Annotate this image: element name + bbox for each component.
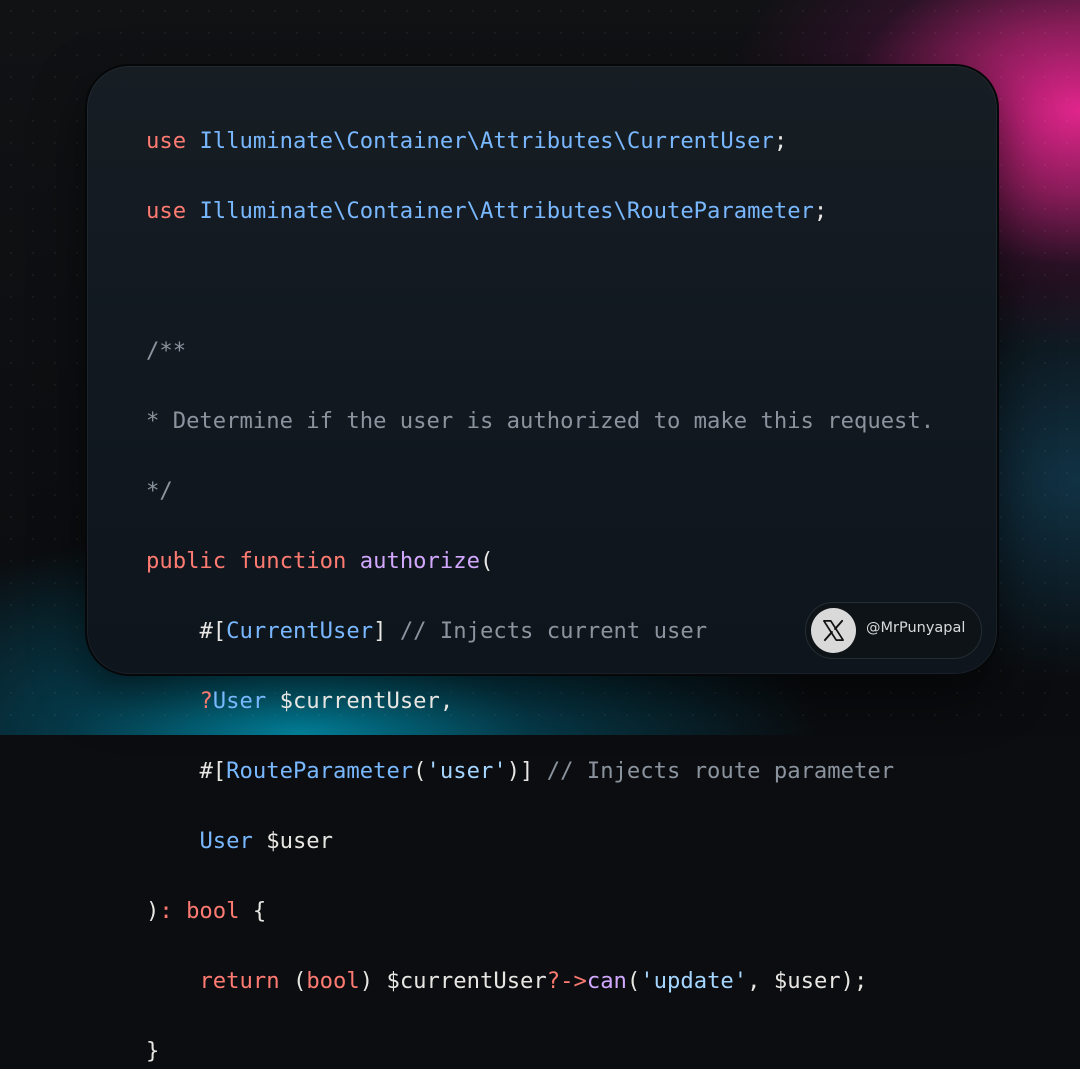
- var-current-user: $currentUser: [386, 968, 547, 994]
- type-bool: bool: [186, 898, 240, 924]
- string-update: 'update': [640, 968, 748, 994]
- x-logo-icon: [811, 608, 856, 653]
- var-current-user: $currentUser,: [279, 688, 454, 714]
- code-card: use Illuminate\Container\Attributes\Curr…: [85, 64, 999, 1064]
- nullsafe-arrow: ?->: [546, 968, 587, 994]
- doc-comment-text: * Determine if the user is authorized to…: [146, 408, 935, 434]
- semicolon: ;: [813, 198, 828, 224]
- keyword-use: use: [146, 128, 187, 154]
- code-line-param-3: #[RouteParameter('user')] // Injects rou…: [146, 754, 934, 789]
- keyword-function: function: [239, 548, 347, 574]
- string-user: 'user': [426, 758, 507, 784]
- semicolon: ;: [773, 128, 788, 154]
- attr-close: ]: [373, 618, 387, 644]
- function-name: authorize: [359, 548, 480, 574]
- doc-comment-open: /**: [146, 338, 187, 364]
- inline-comment: // Injects current user: [399, 618, 708, 644]
- method-can: can: [586, 968, 627, 994]
- args-rest: , $user);: [747, 968, 868, 994]
- open-paren: (: [626, 968, 641, 994]
- attr-open: #[: [199, 618, 227, 644]
- code-line-body: return (bool) $currentUser?->can('update…: [146, 964, 934, 999]
- open-paren: (: [413, 758, 427, 784]
- code-line-return-type: ): bool {: [146, 894, 934, 929]
- inline-comment: // Injects route parameter: [546, 758, 895, 784]
- keyword-return: return: [199, 968, 280, 994]
- attr-current-user: CurrentUser: [226, 618, 374, 644]
- attr-close: )]: [506, 758, 534, 784]
- code-line-signature: public function authorize(: [146, 544, 934, 579]
- open-paren: (: [292, 968, 307, 994]
- colon: :: [159, 898, 173, 924]
- code-line-param-4: User $user: [146, 824, 934, 859]
- open-brace: {: [252, 898, 267, 924]
- keyword-use: use: [146, 198, 187, 224]
- close-paren: ): [146, 898, 160, 924]
- attr-open: #[: [199, 758, 227, 784]
- code-line-2: use Illuminate\Container\Attributes\Rout…: [146, 194, 934, 229]
- type-user: User: [199, 828, 253, 854]
- attr-route-parameter: RouteParameter: [226, 758, 414, 784]
- open-paren: (: [479, 548, 494, 574]
- code-line-param-2: ?User $currentUser,: [146, 684, 934, 719]
- namespace-current-user: Illuminate\Container\Attributes\CurrentU…: [199, 128, 774, 154]
- author-badge[interactable]: @MrPunyapal: [805, 602, 982, 659]
- cast-bool: bool: [306, 968, 360, 994]
- type-user: User: [212, 688, 267, 714]
- keyword-public: public: [146, 548, 227, 574]
- code-line-1: use Illuminate\Container\Attributes\Curr…: [146, 124, 934, 159]
- nullable-operator: ?: [199, 688, 213, 714]
- code-block: use Illuminate\Container\Attributes\Curr…: [146, 124, 934, 1069]
- namespace-route-parameter: Illuminate\Container\Attributes\RoutePar…: [199, 198, 814, 224]
- close-brace: }: [146, 1038, 160, 1064]
- var-user: $user: [266, 828, 334, 854]
- author-handle: @MrPunyapal: [866, 620, 966, 636]
- close-paren: ): [359, 968, 374, 994]
- doc-comment-close: */: [146, 478, 173, 504]
